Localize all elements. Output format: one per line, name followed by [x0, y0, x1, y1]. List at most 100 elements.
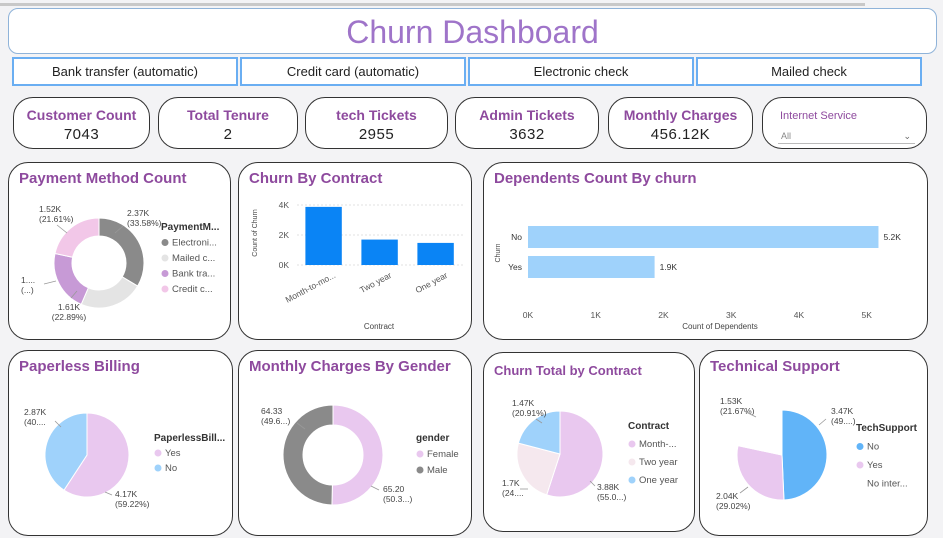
data-label: 2.37K	[127, 208, 150, 218]
x-tick-label: 3K	[726, 310, 737, 320]
kpi-admin-tickets: Admin Tickets 3632	[455, 97, 599, 149]
bar	[417, 242, 454, 265]
data-label: 1.47K	[512, 398, 535, 408]
monthly-charges-gender-donut-chart[interactable]: gender Female Male 65.20(50.3...) 64.33(49.6…	[239, 351, 472, 536]
kpi-label: Monthly Charges	[623, 107, 738, 123]
legend-label: One year	[639, 475, 678, 486]
legend-label: No	[867, 442, 879, 453]
data-label: 3.88K	[597, 482, 620, 492]
data-label-percent: (49.6...)	[261, 416, 290, 426]
legend-marker	[856, 461, 864, 469]
data-label-percent: (24....	[502, 488, 524, 498]
y-tick-label: Yes	[508, 262, 522, 272]
kpi-total-tenure: Total Tenure 2	[158, 97, 298, 149]
legend-label: Electroni...	[172, 238, 217, 249]
dependents-bar-chart[interactable]: 0K 1K 2K 3K 4K 5K No 5.2K Yes 1.9K Count of Depend…	[484, 163, 928, 340]
internet-service-filter: Internet Service All ⌄	[762, 97, 927, 149]
data-label: 2.87K	[24, 407, 47, 417]
mailed-check-button[interactable]: Mailed check	[696, 57, 922, 86]
kpi-label: Admin Tickets	[479, 107, 575, 123]
leader-line	[56, 224, 68, 234]
data-label-percent: (21.61%)	[39, 214, 74, 224]
data-label: 64.33	[261, 406, 283, 416]
leader-line	[104, 491, 113, 496]
x-tick-label: 4K	[794, 310, 805, 320]
legend-title: PaperlessBill...	[154, 433, 225, 444]
credit-card-button[interactable]: Credit card (automatic)	[240, 57, 466, 86]
legend-marker	[154, 449, 162, 457]
bank-transfer-button[interactable]: Bank transfer (automatic)	[12, 57, 238, 86]
legend-marker	[161, 270, 169, 277]
y-tick-label: 2K	[279, 230, 290, 240]
data-label: 65.20	[383, 484, 405, 494]
chart-title: Technical Support	[710, 358, 840, 375]
legend-marker	[416, 466, 424, 474]
data-label: 1.53K	[720, 396, 743, 406]
kpi-value: 456.12K	[650, 126, 711, 143]
data-label-percent: (49....)	[831, 416, 856, 426]
payment-method-donut-chart[interactable]: PaymentM... Electroni... Mailed c... Bank t…	[9, 163, 231, 340]
data-label: 2.04K	[716, 491, 739, 501]
legend-marker	[161, 254, 169, 262]
x-axis-title: Count of Dependents	[682, 322, 758, 331]
chart-title: Paperless Billing	[19, 358, 140, 375]
data-label: 5.2K	[883, 232, 901, 242]
x-tick-label: 2K	[658, 310, 669, 320]
pie-slice	[53, 252, 89, 305]
data-label: 1.61K	[58, 302, 81, 312]
card-technical-support: Technical Support TechSupport No Yes No int…	[699, 350, 928, 536]
legend-label: No inter...	[867, 479, 908, 490]
data-label-percent: (55.0...)	[597, 492, 626, 502]
data-label-percent: (59.22%)	[115, 499, 150, 509]
legend-title: Contract	[628, 421, 670, 432]
pie-slice	[282, 404, 334, 506]
churn-by-contract-bar-chart[interactable]: 0K 2K 4K Month-to-mo... Two year One year Cont…	[239, 163, 472, 340]
x-tick-label: 1K	[591, 310, 602, 320]
y-axis-title: Churn	[495, 243, 502, 262]
legend-label: Male	[427, 465, 448, 476]
kpi-monthly-charges: Monthly Charges 456.12K	[608, 97, 753, 149]
data-label: 1.7K	[502, 478, 520, 488]
kpi-label: tech Tickets	[336, 107, 417, 123]
legend-title: gender	[416, 433, 449, 444]
legend-label: Mailed c...	[172, 253, 215, 264]
kpi-value: 2955	[358, 126, 395, 143]
internet-service-dropdown[interactable]: All ⌄	[778, 128, 915, 144]
card-churn-by-contract: Churn By Contract 0K 2K 4K Month-to-mo... Tw…	[238, 162, 472, 340]
dashboard-header: Churn Dashboard	[8, 8, 937, 54]
legend-title: TechSupport	[856, 423, 918, 434]
x-tick-label: 5K	[861, 310, 872, 320]
chart-title: Churn Total by Contract	[494, 363, 642, 378]
legend-label: Female	[427, 449, 459, 460]
kpi-label: Total Tenure	[187, 107, 269, 123]
chart-title: Monthly Charges By Gender	[249, 358, 451, 375]
card-monthly-charges-gender: Monthly Charges By Gender gender Female Ma…	[238, 350, 472, 536]
data-label-percent: (29.02%)	[716, 501, 751, 511]
kpi-customer-count: Customer Count 7043	[13, 97, 150, 149]
chevron-down-icon: ⌄	[903, 131, 911, 141]
card-dependents-by-churn: Dependents Count By churn 0K 1K 2K 3K 4K 5K No…	[483, 162, 928, 340]
y-tick-label: 4K	[279, 200, 290, 210]
legend-marker	[416, 450, 424, 458]
leader-line	[818, 418, 827, 426]
legend-title: PaymentM...	[161, 222, 220, 233]
x-axis-title: Contract	[364, 322, 395, 331]
legend-marker	[628, 458, 636, 466]
churn-total-contract-pie-chart[interactable]: Contract Month-... Two year One year 3.88K(5…	[484, 353, 695, 532]
x-tick-label: Two year	[358, 270, 393, 295]
data-label-percent: (21.67%)	[720, 406, 755, 416]
bar	[361, 239, 398, 265]
legend-marker	[161, 239, 169, 246]
y-tick-label: No	[511, 232, 522, 242]
kpi-value: 2	[223, 126, 233, 143]
legend-label: Credit c...	[172, 284, 213, 295]
data-label-percent: (50.3...)	[383, 494, 412, 504]
legend-label: Month-...	[639, 439, 677, 450]
x-tick-label: One year	[414, 270, 450, 295]
technical-support-pie-chart[interactable]: TechSupport No Yes No inter... 3.47K(49....)…	[700, 351, 928, 536]
y-tick-label: 0K	[279, 260, 290, 270]
card-payment-method: Payment Method Count PaymentM... Electron…	[8, 162, 231, 340]
data-label-percent: (20.91%)	[512, 408, 547, 418]
paperless-billing-pie-chart[interactable]: PaperlessBill... Yes No 4.17K(59.22%) 2.87K(…	[9, 351, 233, 536]
electronic-check-button[interactable]: Electronic check	[468, 57, 694, 86]
